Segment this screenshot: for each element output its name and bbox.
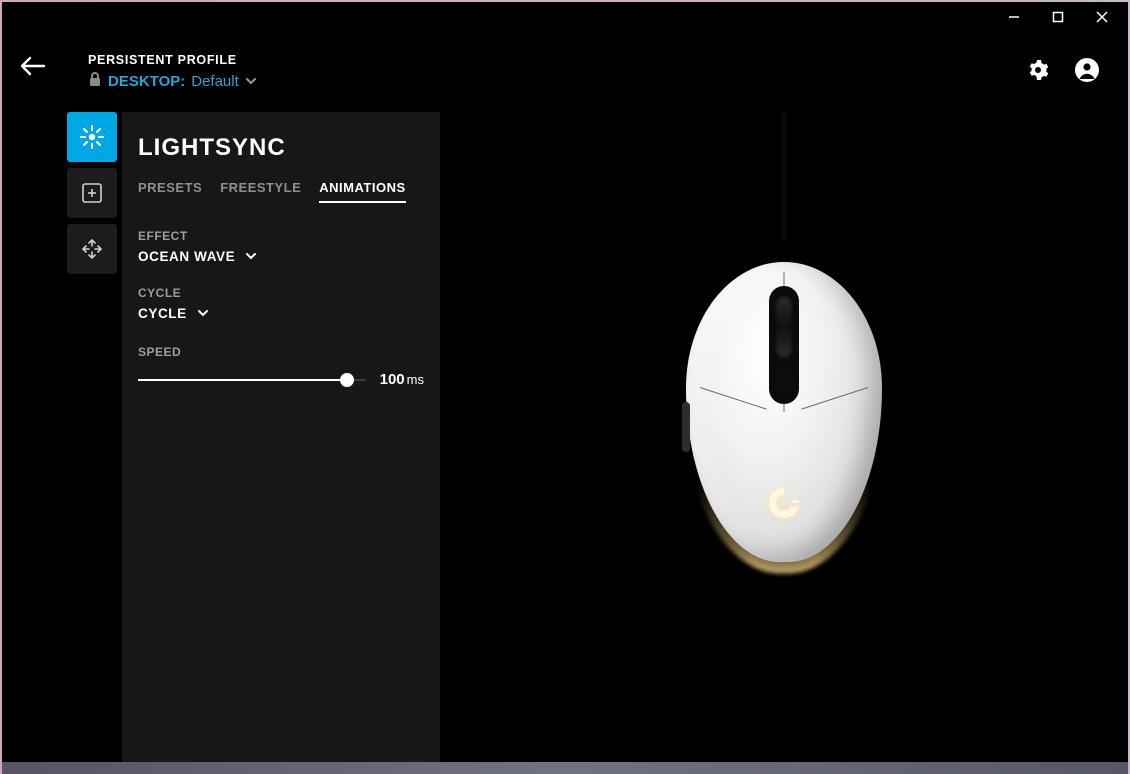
close-button[interactable]	[1082, 4, 1122, 30]
panel-title: LIGHTSYNC	[138, 134, 424, 162]
rail-add-button[interactable]	[67, 168, 117, 218]
rail-move-button[interactable]	[67, 224, 117, 274]
account-button[interactable]	[1074, 57, 1100, 88]
cycle-label: CYCLE	[138, 286, 424, 300]
speed-label: SPEED	[138, 345, 424, 359]
mouse-illustration	[674, 232, 894, 592]
cycle-value: CYCLE	[138, 306, 187, 321]
device-viewer	[440, 112, 1128, 762]
user-icon	[1074, 57, 1100, 83]
mouse-cable	[781, 112, 787, 242]
lock-icon	[88, 71, 102, 91]
scroll-wheel	[775, 296, 793, 358]
app-window: PERSISTENT PROFILE DESKTOP: Default	[2, 2, 1128, 762]
tab-freestyle[interactable]: FREESTYLE	[220, 180, 301, 203]
896ab-animations[interactable]: ANIMATIONS	[319, 180, 405, 203]
chevron-down-icon	[197, 306, 209, 321]
speed-value: 100	[380, 371, 405, 388]
side-button	[682, 402, 690, 452]
desktop-taskbar-peek	[2, 762, 1128, 774]
speed-readout: 100ms	[380, 371, 424, 388]
rail-lightsync-button[interactable]	[67, 112, 117, 162]
move-arrows-icon	[80, 237, 104, 261]
brightness-icon	[79, 124, 105, 150]
tab-presets[interactable]: PRESETS	[138, 180, 202, 203]
g-logo-icon	[763, 482, 805, 524]
chevron-down-icon	[245, 249, 257, 264]
left-rail	[62, 112, 122, 762]
effect-value: OCEAN WAVE	[138, 249, 235, 264]
slider-thumb[interactable]	[340, 373, 354, 387]
tabs: PRESETS FREESTYLE ANIMATIONS	[138, 180, 424, 203]
settings-button[interactable]	[1026, 58, 1050, 87]
back-column	[2, 32, 62, 762]
header: PERSISTENT PROFILE DESKTOP: Default	[62, 32, 1128, 112]
effect-label: EFFECT	[138, 229, 424, 243]
titlebar	[2, 2, 1128, 32]
persistent-profile-label: PERSISTENT PROFILE	[88, 53, 257, 67]
profile-desktop-label: DESKTOP:	[108, 73, 185, 90]
profile-selector[interactable]: DESKTOP: Default	[88, 71, 257, 91]
dpi-button	[776, 366, 792, 392]
back-button[interactable]	[18, 54, 46, 83]
gear-icon	[1026, 58, 1050, 82]
chevron-down-icon	[245, 73, 257, 90]
speed-slider[interactable]	[138, 379, 366, 381]
plus-square-icon	[81, 182, 103, 204]
profile-desktop-value: Default	[191, 73, 239, 90]
speed-unit: ms	[407, 372, 424, 387]
maximize-button[interactable]	[1038, 4, 1078, 30]
effect-dropdown[interactable]: OCEAN WAVE	[138, 249, 424, 264]
settings-panel: LIGHTSYNC PRESETS FREESTYLE ANIMATIONS E…	[122, 112, 440, 762]
minimize-button[interactable]	[994, 4, 1034, 30]
cycle-dropdown[interactable]: CYCLE	[138, 306, 424, 321]
profile-block: PERSISTENT PROFILE DESKTOP: Default	[88, 53, 257, 91]
